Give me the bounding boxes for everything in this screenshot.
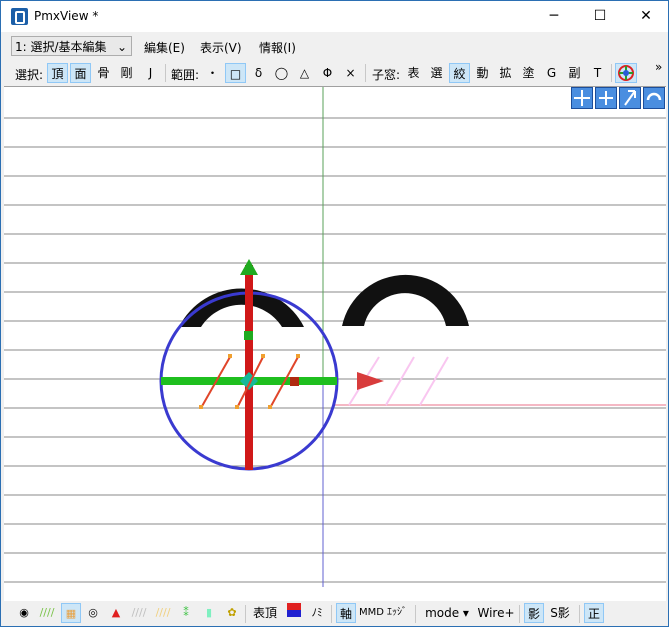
range-rect-button[interactable]: □	[225, 63, 246, 83]
close-button[interactable]: ✕	[623, 1, 669, 32]
y-gizmo-axis[interactable]	[245, 265, 253, 470]
select-rigid-button[interactable]: 剛	[116, 63, 137, 83]
color-wheel-button[interactable]	[615, 63, 637, 83]
render-mode-label: mode	[425, 606, 460, 620]
color-swatch-icon	[287, 603, 301, 617]
mode-dropdown[interactable]: 1: 選択/基本編集 ⌄	[11, 36, 132, 56]
gizmo-center-handle[interactable]	[240, 372, 258, 390]
toolbar-overflow-icon[interactable]: »	[655, 60, 662, 74]
select-label: 選択:	[15, 68, 44, 82]
status-divider	[579, 605, 580, 623]
color-wheel-icon	[618, 65, 634, 81]
color-swatch-icon[interactable]	[285, 603, 303, 623]
zoom-arrow-icon	[624, 90, 636, 106]
x-gizmo-arrow[interactable]	[357, 372, 384, 390]
range-label: 範囲:	[171, 68, 200, 82]
range-triangle-button[interactable]: △	[294, 63, 315, 83]
child-g-button[interactable]: G	[541, 63, 562, 83]
edge-button[interactable]: ｴｯｼﾞ	[384, 603, 410, 623]
tool-bar: 選択: 頂 面 骨 剛 J 範囲: ・ □ δ ◯ △ Φ × 子窓: 表 選 …	[1, 60, 668, 86]
status-divider	[415, 605, 416, 623]
joint-icon[interactable]: ✿	[223, 603, 241, 623]
face-icon[interactable]: ▦	[61, 603, 81, 623]
app-icon	[11, 8, 28, 25]
status-divider	[519, 605, 520, 623]
viewport-canvas[interactable]	[4, 87, 666, 601]
child-select-button[interactable]: 選	[426, 63, 447, 83]
status-divider	[245, 605, 246, 623]
child-move-button[interactable]: 動	[472, 63, 493, 83]
app-window: PmxView * ─ ☐ ✕ 1: 選択/基本編集 ⌄ 編集(E) 表示(V)…	[0, 0, 669, 627]
material-icon[interactable]: ◎	[84, 603, 102, 623]
toolbar-divider	[165, 64, 166, 82]
select-face-button[interactable]: 面	[70, 63, 91, 83]
pan-button[interactable]	[595, 87, 617, 109]
point-mode-icon[interactable]: ◉	[15, 603, 33, 623]
menu-info[interactable]: 情報(I)	[259, 39, 296, 56]
select-vertex-button[interactable]: 頂	[47, 63, 68, 83]
bone-icon[interactable]: ⁑	[177, 603, 195, 623]
range-delta-button[interactable]: δ	[248, 63, 269, 83]
child-table-button[interactable]: 表	[403, 63, 424, 83]
cross-arrows-icon	[599, 91, 613, 105]
rotate-icon	[646, 92, 662, 101]
self-shadow-button[interactable]: S影	[547, 603, 573, 623]
3d-viewport[interactable]	[4, 86, 666, 601]
menu-edit[interactable]: 編集(E)	[144, 39, 185, 56]
maximize-button[interactable]: ☐	[577, 1, 623, 32]
y-gizmo-handle[interactable]	[244, 331, 253, 340]
front-view-button[interactable]: 正	[584, 603, 604, 623]
child-filter-button[interactable]: 絞	[449, 63, 470, 83]
triangle-icon[interactable]: ▲	[107, 603, 125, 623]
status-bar: ◉ //// ▦ ◎ ▲ //// //// ⁑ ▮ ✿ 表頂 ﾉﾐ 軸 MMD…	[1, 601, 668, 626]
mmd-button[interactable]: MMD	[359, 603, 384, 623]
x-gizmo-handle[interactable]	[290, 377, 299, 386]
y-gizmo-arrow[interactable]	[240, 259, 258, 275]
shadow-button[interactable]: 影	[524, 603, 544, 623]
vertex-display-button[interactable]: 表頂	[251, 603, 279, 623]
hatch-gray-icon[interactable]: ////	[129, 603, 149, 623]
wire-icon[interactable]: ////	[38, 603, 56, 623]
child-t-button[interactable]: T	[587, 63, 608, 83]
axis-button[interactable]: 軸	[336, 603, 356, 623]
child-window-label: 子窓:	[372, 68, 401, 82]
range-clear-button[interactable]: ×	[340, 63, 361, 83]
arc-shape-right	[342, 274, 469, 326]
toolbar-divider	[611, 64, 612, 82]
child-sub-button[interactable]: 副	[564, 63, 585, 83]
select-bone-button[interactable]: 骨	[93, 63, 114, 83]
render-mode-dropdown[interactable]: mode ▾	[421, 603, 473, 623]
chevron-down-icon: ⌄	[116, 40, 127, 54]
minimize-button[interactable]: ─	[531, 1, 577, 32]
wire-plus-button[interactable]: Wire+	[477, 603, 515, 623]
move-arrows-icon	[574, 90, 590, 106]
mode-dropdown-value: 1: 選択/基本編集	[15, 40, 107, 54]
mini-button[interactable]: ﾉﾐ	[308, 603, 326, 623]
child-scale-button[interactable]: 拡	[495, 63, 516, 83]
range-phi-button[interactable]: Φ	[317, 63, 338, 83]
title-bar: PmxView * ─ ☐ ✕	[1, 1, 668, 32]
hatch-yellow-icon[interactable]: ////	[153, 603, 173, 623]
menu-bar: 1: 選択/基本編集 ⌄ 編集(E) 表示(V) 情報(I)	[1, 34, 668, 60]
rigid-icon[interactable]: ▮	[200, 603, 218, 623]
range-circle-button[interactable]: ◯	[271, 63, 292, 83]
zoom-button[interactable]	[619, 87, 641, 109]
child-paint-button[interactable]: 塗	[518, 63, 539, 83]
rotate-button[interactable]	[643, 87, 665, 109]
window-title: PmxView *	[34, 9, 99, 23]
status-divider	[331, 605, 332, 623]
pan-all-button[interactable]	[571, 87, 593, 109]
menu-view[interactable]: 表示(V)	[200, 39, 242, 56]
range-point-button[interactable]: ・	[202, 63, 223, 83]
select-joint-button[interactable]: J	[140, 63, 161, 83]
toolbar-divider	[365, 64, 366, 82]
grid-lines	[4, 117, 666, 583]
